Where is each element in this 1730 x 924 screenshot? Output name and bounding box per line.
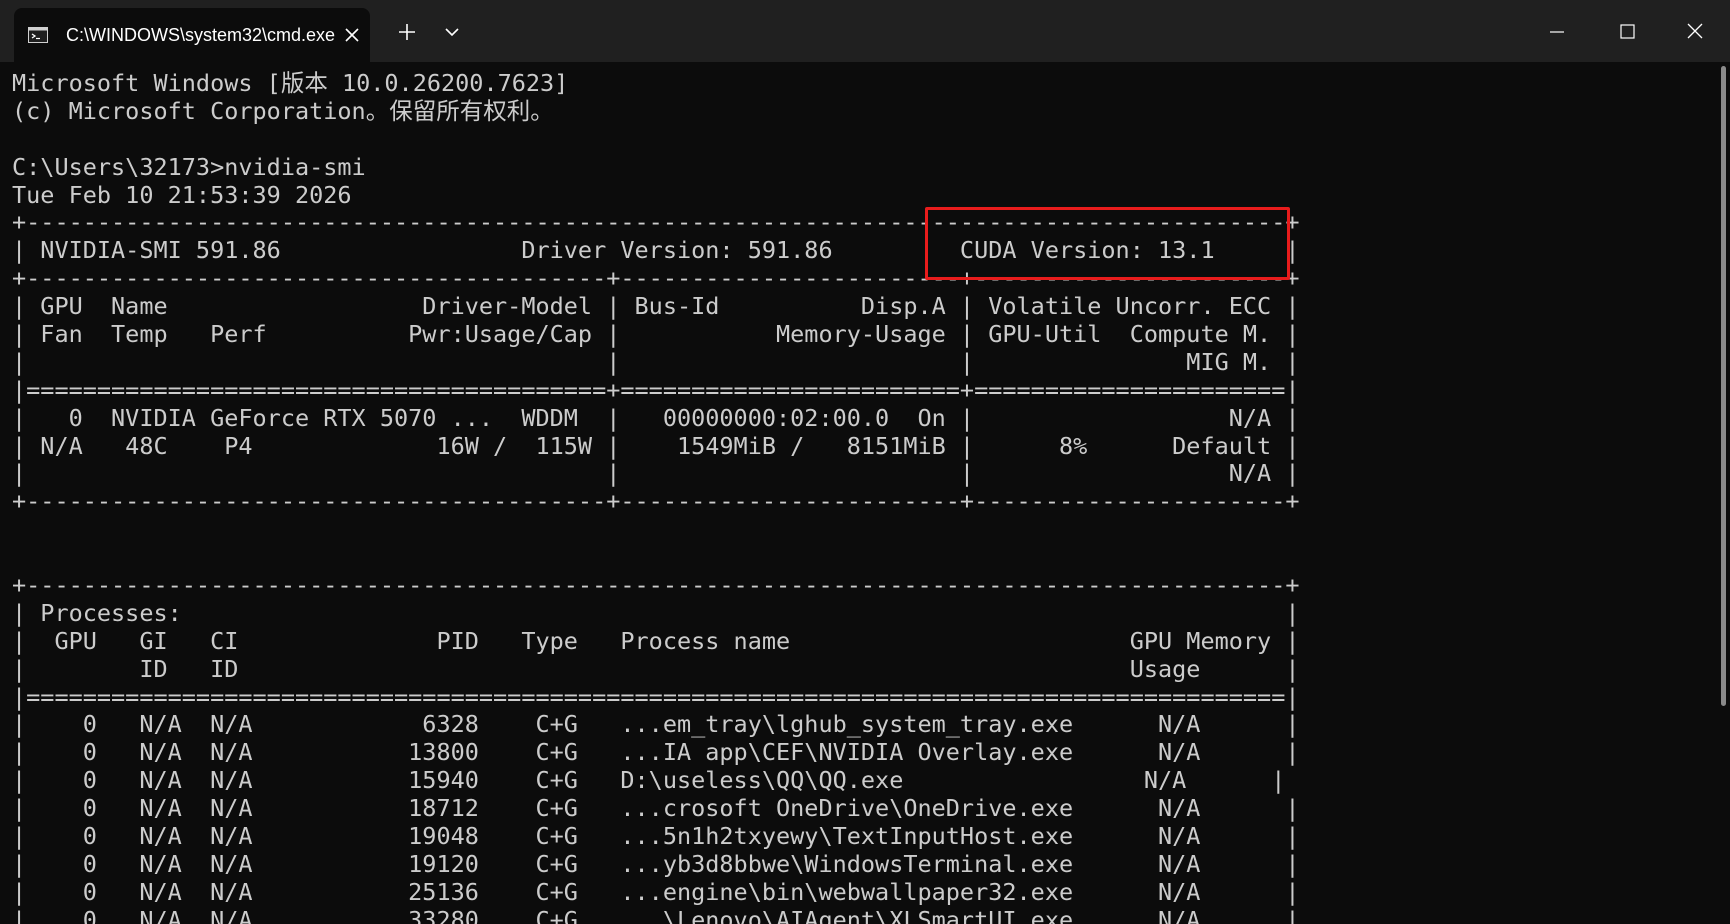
terminal-line: | | | MIG M. | [12, 347, 1300, 376]
maximize-icon[interactable] [1607, 12, 1647, 52]
terminal-line: +---------------------------------------… [12, 487, 1300, 516]
terminal-line: | 0 N/A N/A 19120 C+G ...yb3d8bbwe\Windo… [12, 849, 1300, 878]
terminal-line: (c) Microsoft Corporation。保留所有权利。 [12, 96, 554, 125]
terminal-line: | 0 N/A N/A 19048 C+G ...5n1h2txyewy\Tex… [12, 822, 1300, 851]
plus-icon[interactable] [393, 18, 421, 46]
terminal-line: | ID ID Usage | [12, 654, 1300, 683]
tab-title: C:\WINDOWS\system32\cmd.exe [66, 25, 336, 45]
terminal-line: | 0 N/A N/A 13800 C+G ...IA app\CEF\NVID… [12, 738, 1300, 767]
terminal-line: | Processes: | [12, 598, 1300, 627]
terminal-line: | GPU GI CI PID Type Process name GPU Me… [12, 626, 1300, 655]
terminal-output[interactable]: Microsoft Windows [版本 10.0.26200.7623] (c… [12, 69, 1300, 924]
terminal-line: | 0 NVIDIA GeForce RTX 5070 ... WDDM | 0… [12, 403, 1300, 432]
terminal-line: | GPU Name Driver-Model | Bus-Id Disp.A … [12, 292, 1300, 321]
terminal-line: Tue Feb 10 21:53:39 2026 [12, 180, 352, 209]
title-bar: C:\WINDOWS\system32\cmd.exe [0, 0, 1730, 62]
close-window-icon[interactable] [1675, 12, 1715, 52]
terminal-line: | N/A 48C P4 16W / 115W | 1549MiB / 8151… [12, 431, 1300, 460]
terminal-line: C:\Users\32173>nvidia-smi [12, 152, 366, 181]
terminal-line: |=======================================… [12, 375, 1300, 404]
terminal-line: +---------------------------------------… [12, 571, 1300, 600]
terminal-line: | Fan Temp Perf Pwr:Usage/Cap | Memory-U… [12, 320, 1300, 349]
terminal-line: | 0 N/A N/A 18712 C+G ...crosoft OneDriv… [12, 794, 1300, 823]
chevron-down-icon[interactable] [438, 18, 466, 46]
terminal-line: Microsoft Windows [版本 10.0.26200.7623] [12, 69, 569, 97]
terminal-line: | 0 N/A N/A 33280 C+G ...\Lenovo\AIAgent… [12, 905, 1300, 924]
cuda-version-highlight [925, 207, 1290, 280]
terminal-line: | | | N/A | [12, 459, 1300, 488]
close-icon[interactable] [340, 23, 364, 47]
scrollbar-thumb[interactable] [1721, 66, 1726, 706]
terminal-line: | 0 N/A N/A 6328 C+G ...em_tray\lghub_sy… [12, 710, 1300, 739]
terminal-line: | 0 N/A N/A 25136 C+G ...engine\bin\webw… [12, 877, 1300, 906]
minimize-icon[interactable] [1537, 12, 1577, 52]
tab-cmd[interactable]: C:\WINDOWS\system32\cmd.exe [14, 8, 370, 62]
terminal-window: C:\WINDOWS\system32\cmd.exe Microsoft Wi… [0, 0, 1730, 924]
cmd-prompt-icon [28, 27, 48, 43]
terminal-line: |=======================================… [12, 682, 1300, 711]
terminal-line: | 0 N/A N/A 15940 C+G D:\useless\QQ\QQ.e… [12, 766, 1286, 795]
